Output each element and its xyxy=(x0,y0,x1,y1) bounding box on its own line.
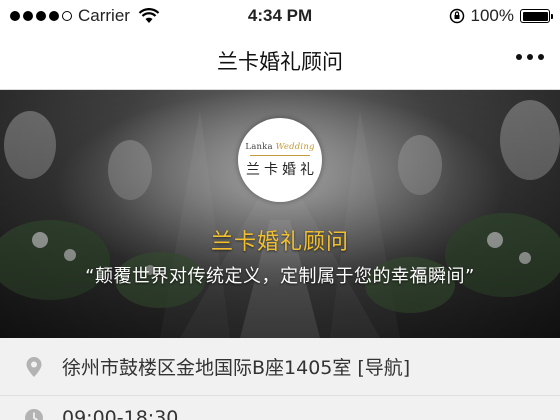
business-hours-text: 09:00-18:30 xyxy=(62,407,179,420)
brand-logo: Lanka Wedding 兰卡婚礼 xyxy=(238,118,322,202)
more-dot-icon xyxy=(516,54,522,60)
location-pin-icon xyxy=(26,356,42,377)
address-text: 徐州市鼓楼区金地国际B座1405室 xyxy=(62,357,352,379)
more-dot-icon xyxy=(527,54,533,60)
page-title: 兰卡婚礼顾问 xyxy=(217,49,343,74)
address-row[interactable]: 徐州市鼓楼区金地国际B座1405室 [导航] xyxy=(0,338,560,396)
more-options-button[interactable] xyxy=(516,54,544,60)
status-bar: Carrier 4:34 PM 100% xyxy=(0,0,560,32)
hero-banner: Lanka Wedding 兰卡婚礼 兰卡婚礼顾问 “颠覆世界对传统定义，定制属… xyxy=(0,90,560,338)
clock-icon xyxy=(25,409,43,420)
more-dot-icon xyxy=(538,54,544,60)
battery-percent: 100% xyxy=(470,6,514,25)
hero-slogan: “颠覆世界对传统定义，定制属于您的幸福瞬间” xyxy=(85,266,475,287)
logo-chinese-name: 兰卡婚礼 xyxy=(246,161,318,178)
logo-wordmark: Lanka Wedding xyxy=(245,141,315,152)
rotation-lock-icon xyxy=(449,8,464,24)
navigate-link[interactable]: [导航] xyxy=(357,353,410,380)
navigation-bar: 兰卡婚礼顾问 xyxy=(0,32,560,90)
battery-icon xyxy=(520,9,553,23)
business-hours-row: 09:00-18:30 xyxy=(0,396,560,420)
hero-title: 兰卡婚礼顾问 xyxy=(210,230,349,255)
